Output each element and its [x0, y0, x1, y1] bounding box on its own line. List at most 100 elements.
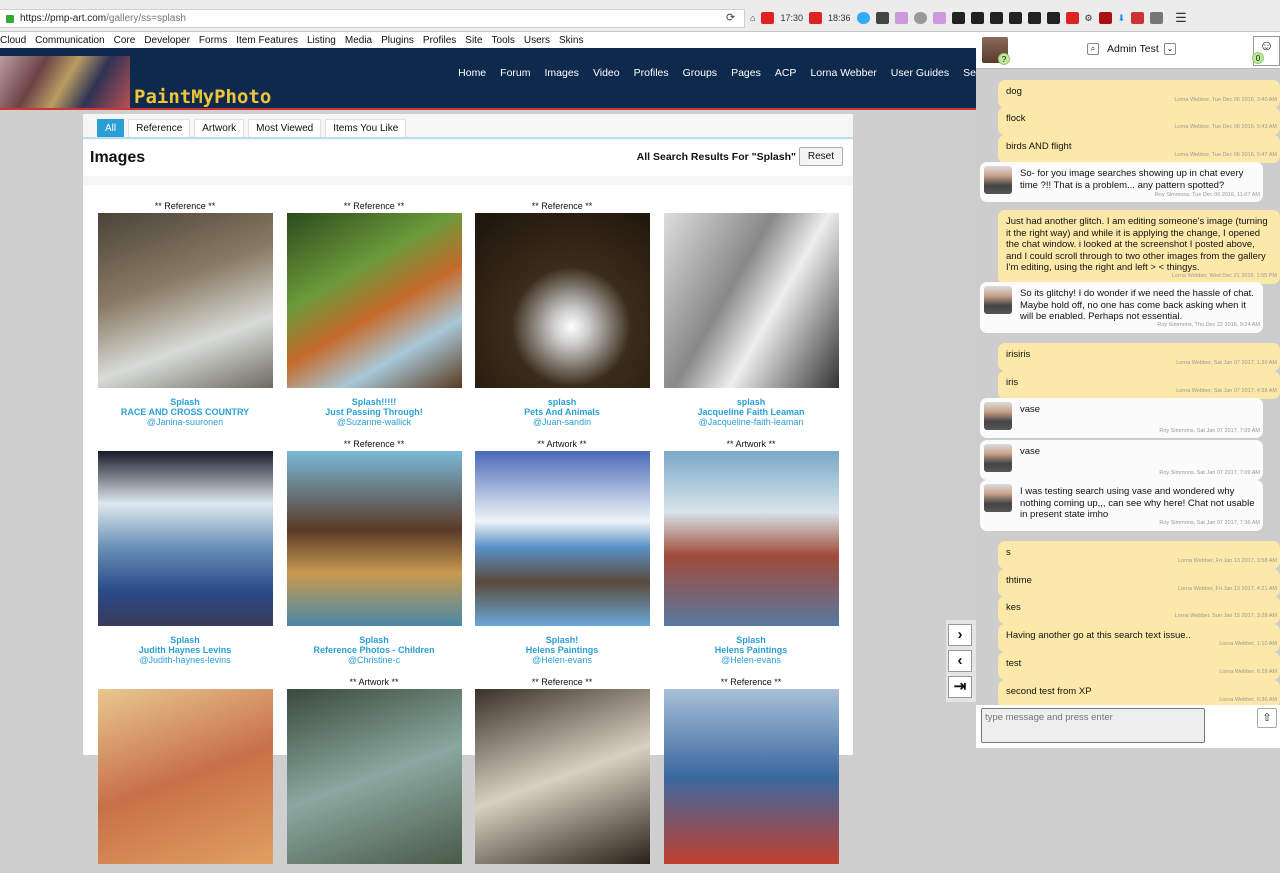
bookmark-yt2[interactable]: 18:36: [828, 13, 851, 23]
menu-item-media[interactable]: Media: [345, 35, 372, 46]
nav-acp[interactable]: ACP: [775, 67, 797, 79]
bookmark-icon[interactable]: [1046, 12, 1060, 24]
send-button[interactable]: ⇧: [1257, 708, 1277, 728]
tab-artwork[interactable]: Artwork: [194, 119, 245, 138]
image-title[interactable]: splash: [467, 397, 657, 407]
site-logo[interactable]: PaintMyPhoto: [134, 86, 271, 108]
youtube-icon[interactable]: [1065, 12, 1079, 24]
globe-icon[interactable]: [913, 12, 927, 24]
youtube-icon[interactable]: [808, 12, 822, 24]
menu-item-forms[interactable]: Forms: [199, 35, 227, 46]
tab-most-viewed[interactable]: Most Viewed: [248, 119, 322, 138]
avatar[interactable]: [984, 166, 1012, 194]
user-link[interactable]: @Suzanne-wallick: [279, 417, 469, 427]
nav-images[interactable]: Images: [545, 67, 579, 79]
image-thumbnail[interactable]: [474, 451, 650, 626]
image-thumbnail[interactable]: [97, 451, 273, 626]
user-link[interactable]: @Helen-evans: [656, 655, 846, 665]
image-thumbnail[interactable]: [97, 689, 273, 864]
album-link[interactable]: Jacqueline Faith Leaman: [656, 407, 846, 417]
bookmark-icon[interactable]: [970, 12, 984, 24]
extension-icon[interactable]: [894, 12, 908, 24]
user-link[interactable]: @Juan-sandin: [467, 417, 657, 427]
search-icon[interactable]: ⌕: [1087, 43, 1099, 55]
menu-item-tools[interactable]: Tools: [492, 35, 515, 46]
album-link[interactable]: Reference Photos - Children: [279, 645, 469, 655]
reset-button[interactable]: Reset: [798, 147, 843, 166]
menu-item-developer[interactable]: Developer: [144, 35, 190, 46]
chat-messages[interactable]: dog Lorna Webber, Tue Dec 06 2016, 3:40 A…: [976, 72, 1280, 705]
hd-icon[interactable]: [1131, 12, 1145, 24]
album-link[interactable]: RACE AND CROSS COUNTRY: [90, 407, 280, 417]
next-button[interactable]: ›: [948, 624, 972, 646]
image-thumbnail[interactable]: [286, 689, 462, 864]
ublock-icon[interactable]: [1098, 12, 1112, 24]
image-thumbnail[interactable]: [97, 213, 273, 388]
last-button[interactable]: ⇥: [948, 676, 972, 698]
bookmark-icon[interactable]: [951, 12, 965, 24]
image-title[interactable]: Splash: [90, 397, 280, 407]
user-link[interactable]: @Christine-c: [279, 655, 469, 665]
avatar[interactable]: [984, 402, 1012, 430]
menu-item-profiles[interactable]: Profiles: [423, 35, 456, 46]
menu-item-communication[interactable]: Communication: [35, 35, 104, 46]
nav-groups[interactable]: Groups: [683, 67, 717, 79]
home-icon[interactable]: ⌂: [750, 13, 755, 23]
nav-lorna-webber[interactable]: Lorna Webber: [810, 67, 876, 79]
user-link[interactable]: @Helen-evans: [467, 655, 657, 665]
twitter-icon[interactable]: [856, 12, 870, 24]
user-link[interactable]: @Janina-suuronen: [90, 417, 280, 427]
bookmark-icon[interactable]: [1027, 12, 1041, 24]
tab-all[interactable]: All: [97, 119, 125, 138]
image-title[interactable]: splash: [656, 397, 846, 407]
prev-button[interactable]: ‹: [948, 650, 972, 672]
image-thumbnail[interactable]: [663, 451, 839, 626]
nav-forum[interactable]: Forum: [500, 67, 530, 79]
album-link[interactable]: Judith Haynes Levins: [90, 645, 280, 655]
image-thumbnail[interactable]: [474, 689, 650, 864]
address-bar[interactable]: https://pmp-art.com/gallery/ss=splash: [0, 9, 745, 28]
image-thumbnail[interactable]: [286, 451, 462, 626]
image-title[interactable]: Splash: [279, 635, 469, 645]
bookmark-yt1[interactable]: 17:30: [780, 13, 803, 23]
image-title[interactable]: Splash!: [467, 635, 657, 645]
nav-pages[interactable]: Pages: [731, 67, 761, 79]
nav-profiles[interactable]: Profiles: [634, 67, 669, 79]
menu-item-users[interactable]: Users: [524, 35, 550, 46]
reload-icon[interactable]: ⟳: [726, 11, 735, 24]
menu-item-listing[interactable]: Listing: [307, 35, 336, 46]
truck-icon[interactable]: [875, 12, 889, 24]
extension-icon[interactable]: [932, 12, 946, 24]
nav-user-guides[interactable]: User Guides: [891, 67, 949, 79]
menu-item-plugins[interactable]: Plugins: [381, 35, 414, 46]
avatar[interactable]: [984, 444, 1012, 472]
bookmark-icon[interactable]: [1008, 12, 1022, 24]
chevron-down-icon[interactable]: ⌄: [1164, 43, 1176, 55]
image-title[interactable]: Splash: [656, 635, 846, 645]
bookmark-icon[interactable]: [989, 12, 1003, 24]
image-thumbnail[interactable]: [474, 213, 650, 388]
avatar[interactable]: [984, 484, 1012, 512]
menu-item-cloud[interactable]: Cloud: [0, 35, 26, 46]
download-icon[interactable]: ⬇: [1118, 13, 1126, 24]
user-link[interactable]: @Jacqueline-faith-leaman: [656, 417, 846, 427]
nav-se[interactable]: Se: [963, 67, 976, 79]
youtube-icon[interactable]: [761, 12, 775, 24]
image-title[interactable]: Splash: [90, 635, 280, 645]
gear-icon[interactable]: ⚙: [1085, 13, 1093, 24]
user-link[interactable]: @Judith-haynes-levins: [90, 655, 280, 665]
image-thumbnail[interactable]: [663, 213, 839, 388]
menu-item-site[interactable]: Site: [465, 35, 482, 46]
album-link[interactable]: Helens Paintings: [656, 645, 846, 655]
album-link[interactable]: Pets And Animals: [467, 407, 657, 417]
message-input[interactable]: [981, 708, 1205, 743]
menu-item-core[interactable]: Core: [114, 35, 136, 46]
tab-reference[interactable]: Reference: [128, 119, 191, 138]
tab-items-you-like[interactable]: Items You Like: [325, 119, 407, 138]
menu-item-skins[interactable]: Skins: [559, 35, 583, 46]
menu-item-item-features[interactable]: Item Features: [236, 35, 298, 46]
image-thumbnail[interactable]: [286, 213, 462, 388]
menu-icon[interactable]: ☰: [1175, 10, 1187, 26]
image-thumbnail[interactable]: [663, 689, 839, 864]
avatar[interactable]: [984, 286, 1012, 314]
